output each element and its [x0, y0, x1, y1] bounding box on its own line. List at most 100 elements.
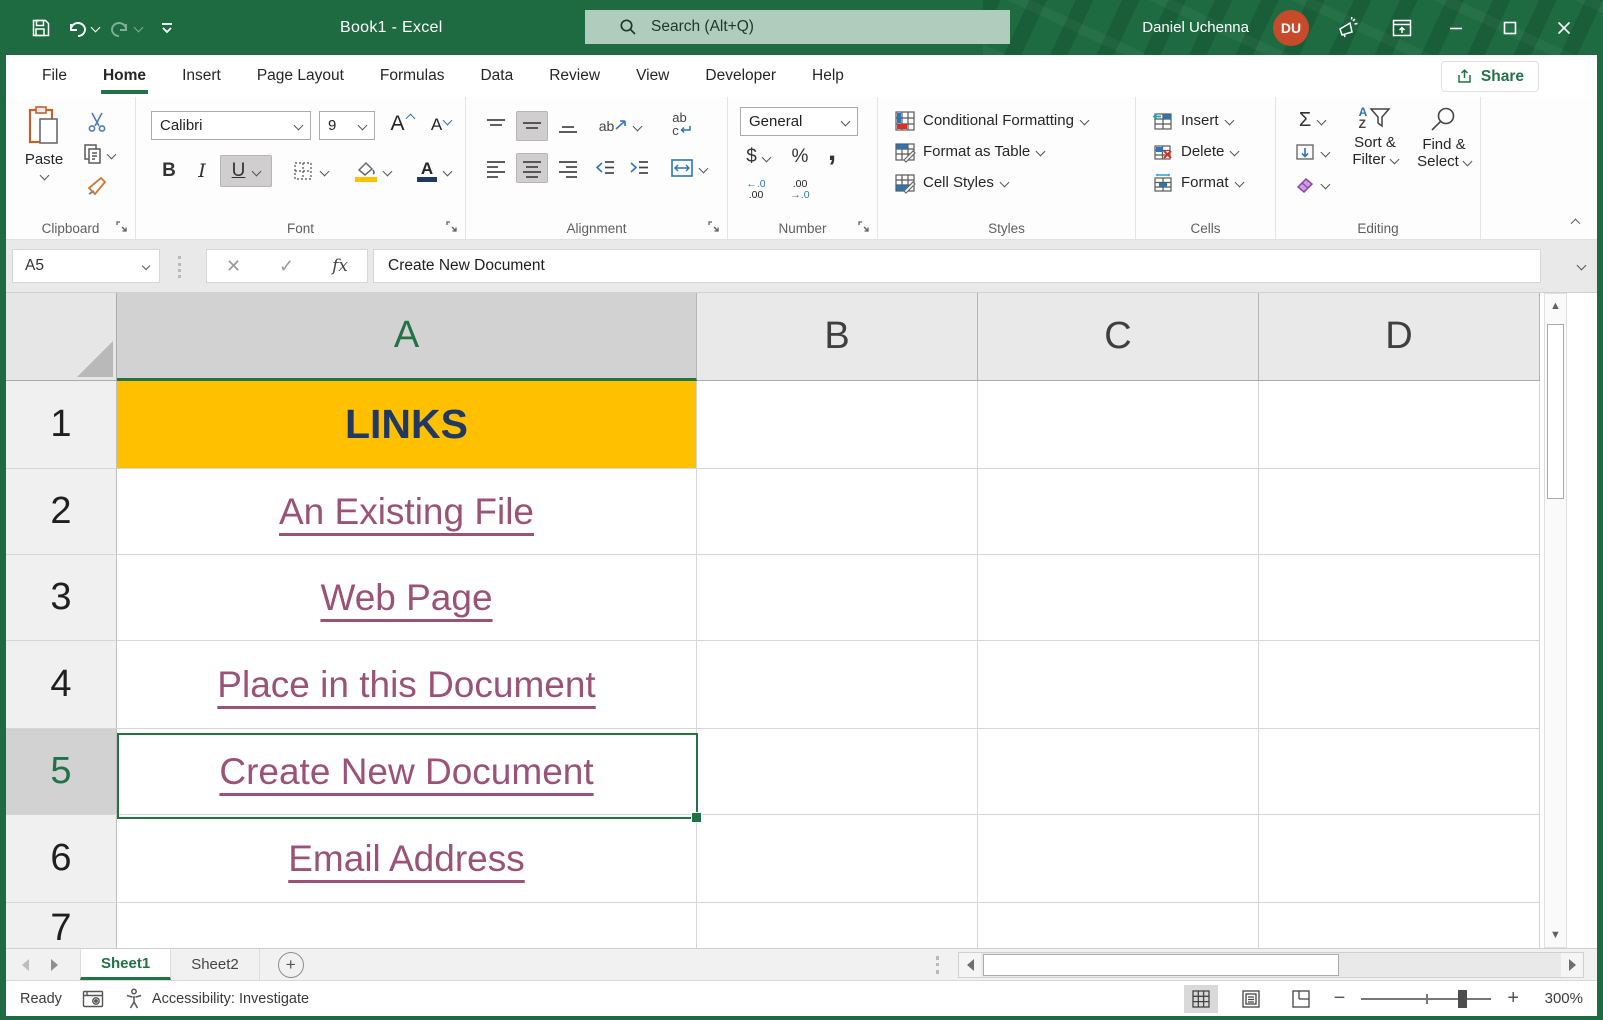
cell-b2[interactable]	[697, 469, 978, 555]
tab-file[interactable]: File	[26, 55, 83, 97]
sheet-tab-sheet1[interactable]: Sheet1	[80, 949, 172, 980]
cell-c1[interactable]	[978, 381, 1259, 469]
cancel-icon[interactable]: ✕	[226, 256, 241, 277]
scroll-left-icon[interactable]	[959, 953, 981, 977]
tab-review[interactable]: Review	[533, 55, 616, 97]
tab-data[interactable]: Data	[464, 55, 529, 97]
italic-button[interactable]: I	[188, 155, 216, 187]
cell-a5-selected[interactable]: Create New Document	[117, 729, 697, 815]
hyperlink-web-page[interactable]: Web Page	[320, 577, 492, 619]
fill-color-dropdown-icon[interactable]	[382, 166, 393, 176]
name-box[interactable]: A5	[12, 249, 160, 283]
cell-b1[interactable]	[697, 381, 978, 469]
cell-a6[interactable]: Email Address	[117, 815, 697, 903]
coming-soon-megaphone-icon[interactable]	[1333, 13, 1363, 43]
zoom-out-icon[interactable]: −	[1334, 987, 1346, 1010]
decrease-font-size-button[interactable]: A	[424, 111, 458, 139]
undo-dropdown-icon[interactable]	[90, 22, 101, 33]
macro-record-icon[interactable]	[82, 989, 104, 1009]
paste-dropdown-icon[interactable]	[39, 170, 49, 181]
cell-c6[interactable]	[978, 815, 1259, 903]
column-header-b[interactable]: B	[697, 293, 978, 381]
increase-indent-button[interactable]	[624, 153, 654, 183]
expand-formula-bar-icon[interactable]	[1576, 260, 1587, 271]
cell-a4[interactable]: Place in this Document	[117, 641, 697, 729]
cell-c3[interactable]	[978, 555, 1259, 641]
share-button[interactable]: Share	[1440, 61, 1539, 92]
paste-button[interactable]: Paste	[18, 105, 70, 181]
accounting-dropdown-icon[interactable]	[761, 152, 772, 162]
tab-view[interactable]: View	[620, 55, 685, 97]
orientation-button[interactable]: ab	[594, 111, 646, 141]
clear-dropdown-icon[interactable]	[1320, 179, 1331, 189]
zoom-slider-thumb[interactable]	[1457, 989, 1467, 1008]
merge-center-button[interactable]	[662, 153, 714, 183]
close-button[interactable]	[1549, 13, 1579, 43]
tab-home[interactable]: Home	[87, 55, 162, 97]
vertical-scroll-thumb[interactable]	[1547, 324, 1564, 499]
cell-d6[interactable]	[1259, 815, 1540, 903]
clear-button[interactable]	[1290, 171, 1334, 197]
tab-help[interactable]: Help	[796, 55, 860, 97]
insert-function-icon[interactable]: fx	[332, 256, 348, 276]
cell-d7[interactable]	[1259, 903, 1540, 948]
align-right-button[interactable]	[552, 153, 584, 183]
cell-d3[interactable]	[1259, 555, 1540, 641]
save-icon[interactable]	[26, 13, 56, 43]
row-header-3[interactable]: 3	[6, 555, 117, 641]
tab-page-layout[interactable]: Page Layout	[241, 55, 360, 97]
user-name[interactable]: Daniel Uchenna	[1142, 19, 1249, 36]
bottom-align-button[interactable]	[552, 111, 584, 141]
number-dialog-launcher-icon[interactable]	[858, 220, 872, 234]
clipboard-dialog-launcher-icon[interactable]	[116, 220, 130, 234]
format-cells-button[interactable]: Format	[1152, 167, 1275, 198]
borders-dropdown-icon[interactable]	[319, 166, 330, 176]
cell-b7[interactable]	[697, 903, 978, 948]
orientation-dropdown-icon[interactable]	[632, 121, 643, 131]
horizontal-scroll-thumb[interactable]	[983, 954, 1339, 976]
row-header-6[interactable]: 6	[6, 815, 117, 903]
increase-decimal-button[interactable]: ←.0.00	[738, 179, 774, 205]
row-header-5[interactable]: 5	[6, 729, 117, 815]
enter-icon[interactable]: ✓	[279, 256, 294, 277]
sort-filter-button[interactable]: AZ Sort & Filter	[1342, 105, 1408, 168]
select-all-corner[interactable]	[6, 293, 117, 381]
cell-d1[interactable]	[1259, 381, 1540, 469]
formula-input[interactable]: Create New Document	[373, 249, 1541, 283]
underline-button[interactable]: U	[220, 155, 272, 187]
maximize-button[interactable]	[1495, 13, 1525, 43]
customize-qat-icon[interactable]	[152, 13, 182, 43]
center-button[interactable]	[516, 153, 548, 183]
copy-dropdown-icon[interactable]	[106, 149, 117, 159]
font-color-dropdown-icon[interactable]	[442, 166, 453, 176]
font-name-combobox[interactable]: Calibri	[151, 111, 311, 140]
middle-align-button[interactable]	[516, 111, 548, 141]
cell-b6[interactable]	[697, 815, 978, 903]
font-dialog-launcher-icon[interactable]	[446, 220, 460, 234]
cell-a3[interactable]: Web Page	[117, 555, 697, 641]
page-break-preview-button[interactable]	[1284, 985, 1318, 1013]
ribbon-display-options-icon[interactable]	[1387, 13, 1417, 43]
scroll-down-icon[interactable]: ▼	[1545, 923, 1566, 947]
zoom-slider[interactable]	[1361, 989, 1492, 1009]
column-header-d[interactable]: D	[1259, 293, 1540, 381]
avatar[interactable]: DU	[1273, 9, 1309, 46]
increase-font-size-button[interactable]: A	[384, 109, 420, 139]
formula-bar-grip[interactable]	[178, 256, 181, 278]
format-as-table-button[interactable]: Format as Table	[894, 136, 1135, 167]
decrease-indent-button[interactable]	[590, 153, 620, 183]
scroll-up-icon[interactable]: ▲	[1545, 294, 1566, 318]
autosum-button[interactable]: Σ	[1290, 107, 1334, 133]
alignment-dialog-launcher-icon[interactable]	[708, 220, 722, 234]
insert-cells-button[interactable]: Insert	[1152, 105, 1275, 136]
tab-developer[interactable]: Developer	[689, 55, 792, 97]
hyperlink-create-new-document[interactable]: Create New Document	[219, 751, 593, 793]
sheet-tab-sheet2[interactable]: Sheet2	[171, 949, 260, 980]
fill-button[interactable]	[1290, 139, 1334, 165]
number-format-combobox[interactable]: General	[740, 107, 858, 136]
page-layout-view-button[interactable]	[1234, 985, 1268, 1013]
top-align-button[interactable]	[480, 111, 512, 141]
cell-c5[interactable]	[978, 729, 1259, 815]
cell-b5[interactable]	[697, 729, 978, 815]
undo-button[interactable]	[66, 17, 101, 39]
